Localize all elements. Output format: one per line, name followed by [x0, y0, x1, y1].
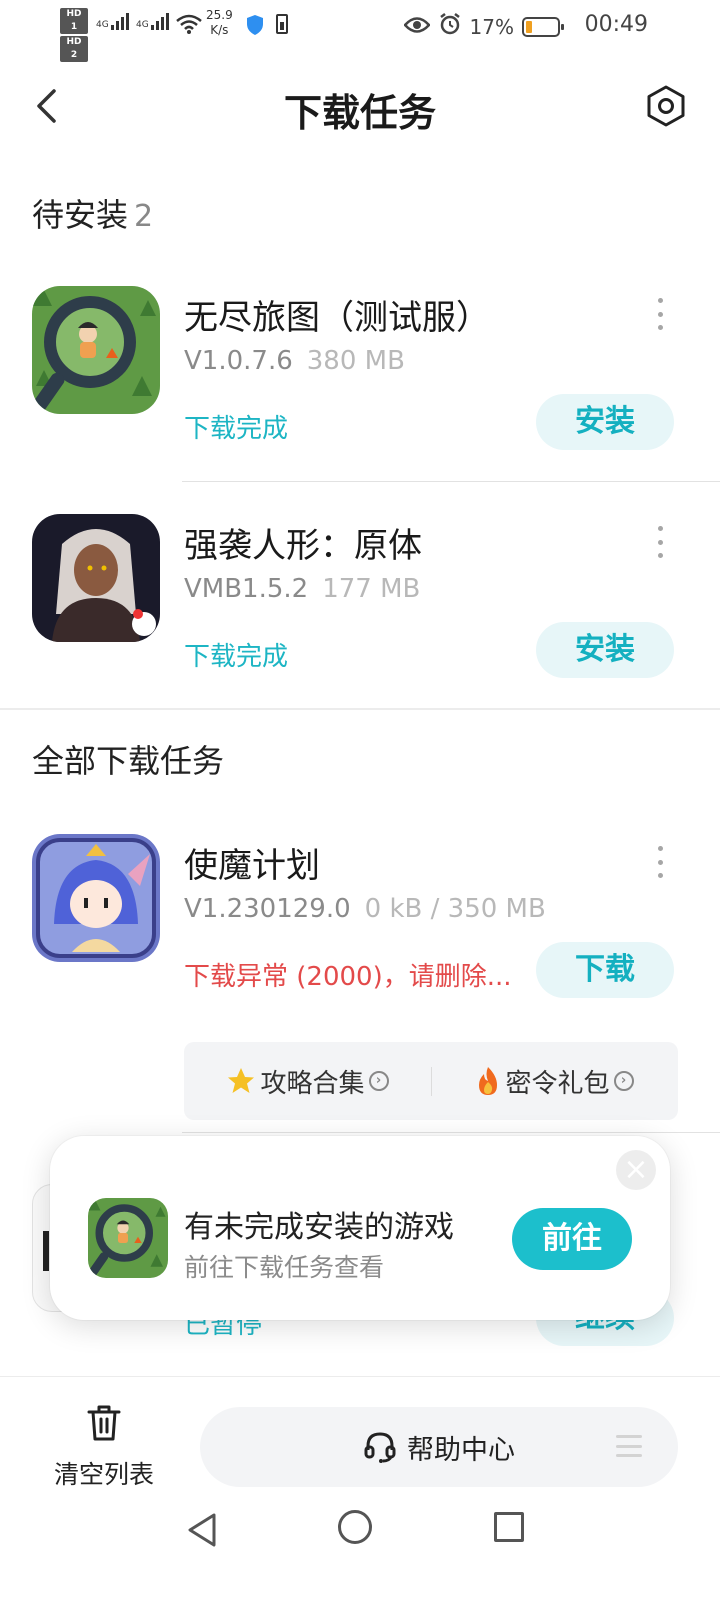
- app-icon-strike-doll: [32, 514, 160, 642]
- gift-code-label: 密令礼包: [505, 1068, 610, 1099]
- triangle-back-icon: [188, 1513, 216, 1547]
- download-status: 下载完成: [184, 414, 289, 444]
- item-divider: [182, 1132, 720, 1133]
- unfinished-install-popup: × 有未完成安装的游戏 前往下载任务查看 前往: [50, 1136, 670, 1320]
- app-name: 无尽旅图（测试服）: [184, 298, 490, 338]
- wifi-icon: [176, 14, 202, 38]
- app-size: 177 MB: [322, 574, 421, 604]
- trash-icon: [87, 1405, 121, 1441]
- signal-icon-sim1: 4G: [96, 12, 129, 30]
- popup-app-icon: [88, 1198, 168, 1278]
- all-downloads-section-title: 全部下载任务: [32, 742, 225, 780]
- status-bar: HD 1 HD 2 4G 4G 25.9 K/s 17% 00:49: [0, 0, 720, 62]
- system-navigation-bar: [0, 1494, 720, 1600]
- headset-icon: [364, 1432, 396, 1463]
- download-status: 下载完成: [184, 642, 289, 672]
- install-button[interactable]: 安装: [536, 394, 674, 450]
- clock: 00:49: [584, 12, 648, 37]
- pending-count: 2: [134, 199, 154, 234]
- pending-section-title: 待安装 2: [32, 190, 153, 236]
- gift-code-link[interactable]: 密令礼包 ›: [431, 1063, 678, 1100]
- popup-subtitle: 前往下载任务查看: [184, 1253, 385, 1282]
- network-type-1: 4G: [96, 20, 109, 30]
- app-meta: VMB1.5.2 177 MB: [184, 574, 420, 604]
- app-version: VMB1.5.2: [184, 574, 309, 604]
- sim-indicators: HD 1 HD 2: [60, 8, 90, 64]
- status-icons-right: 17%: [402, 12, 564, 41]
- signal-icon-sim2: 4G: [136, 12, 169, 30]
- app-name: 使魔计划: [184, 846, 320, 886]
- sim2-hd-badge: HD 2: [60, 36, 88, 62]
- bottom-bar: 清空列表 帮助中心: [0, 1376, 720, 1489]
- fire-icon: [479, 1067, 498, 1095]
- app-version: V1.230129.0: [184, 894, 351, 924]
- star-icon: [228, 1068, 255, 1093]
- battery-icon: [522, 16, 564, 37]
- more-options-button[interactable]: [648, 846, 672, 878]
- guides-link[interactable]: 攻略合集 ›: [184, 1063, 431, 1100]
- task-item[interactable]: 无尽旅图（测试服） V1.0.7.6 380 MB 下载完成 安装: [0, 286, 720, 486]
- go-button[interactable]: 前往: [512, 1208, 632, 1270]
- shield-icon: [246, 14, 264, 40]
- help-center-label: 帮助中心: [407, 1434, 515, 1466]
- battery-saver-icon: [276, 14, 288, 34]
- chevron-right-icon: ›: [613, 1071, 634, 1091]
- eye-icon: [402, 15, 431, 39]
- app-name: 强袭人形：原体: [184, 526, 422, 566]
- nav-back-button[interactable]: [186, 1512, 218, 1552]
- app-size: 380 MB: [306, 346, 405, 376]
- speed-unit: K/s: [210, 23, 229, 37]
- nav-recents-button[interactable]: [494, 1512, 524, 1542]
- task-item[interactable]: 使魔计划 V1.230129.0 0 kB / 350 MB 下载异常 (2000…: [0, 834, 720, 1034]
- sim1-hd-badge: HD 1: [60, 8, 88, 34]
- speed-value: 25.9: [206, 8, 233, 22]
- close-icon[interactable]: ×: [616, 1150, 656, 1190]
- nav-home-button[interactable]: [338, 1510, 372, 1544]
- network-type-2: 4G: [136, 20, 149, 30]
- header: 下载任务: [0, 60, 720, 152]
- app-meta: V1.0.7.6 380 MB: [184, 346, 405, 376]
- alarm-icon: [438, 12, 462, 41]
- guides-label: 攻略合集: [260, 1068, 365, 1099]
- chevron-right-icon: ›: [368, 1071, 389, 1091]
- settings-button[interactable]: [642, 82, 690, 130]
- help-center-button[interactable]: 帮助中心: [200, 1407, 678, 1487]
- menu-icon: [616, 1435, 642, 1457]
- app-icon-familiar-project: [32, 834, 160, 962]
- page-title: 下载任务: [283, 91, 436, 135]
- clear-list-button[interactable]: 清空列表: [44, 1403, 164, 1491]
- app-size: 0 kB / 350 MB: [364, 894, 546, 924]
- more-options-button[interactable]: [648, 526, 672, 558]
- more-options-button[interactable]: [648, 298, 672, 330]
- task-item[interactable]: 强袭人形：原体 VMB1.5.2 177 MB 下载完成 安装: [0, 514, 720, 714]
- app-icon-endless-journey: [32, 286, 160, 414]
- battery-percent: 17%: [469, 14, 514, 39]
- download-error-status: 下载异常 (2000)，请删除...: [184, 962, 512, 992]
- gear-icon: [647, 85, 685, 127]
- item-divider: [182, 481, 720, 482]
- clear-list-label: 清空列表: [53, 1460, 154, 1489]
- game-extras-bar: 攻略合集 › 密令礼包 ›: [184, 1042, 678, 1120]
- download-button[interactable]: 下载: [536, 942, 674, 998]
- network-speed: 25.9 K/s: [206, 8, 233, 38]
- app-meta: V1.230129.0 0 kB / 350 MB: [184, 894, 546, 924]
- pending-title-text: 待安装: [32, 196, 129, 234]
- section-divider: [0, 708, 720, 710]
- app-version: V1.0.7.6: [184, 346, 293, 376]
- install-button[interactable]: 安装: [536, 622, 674, 678]
- popup-title: 有未完成安装的游戏: [184, 1210, 454, 1245]
